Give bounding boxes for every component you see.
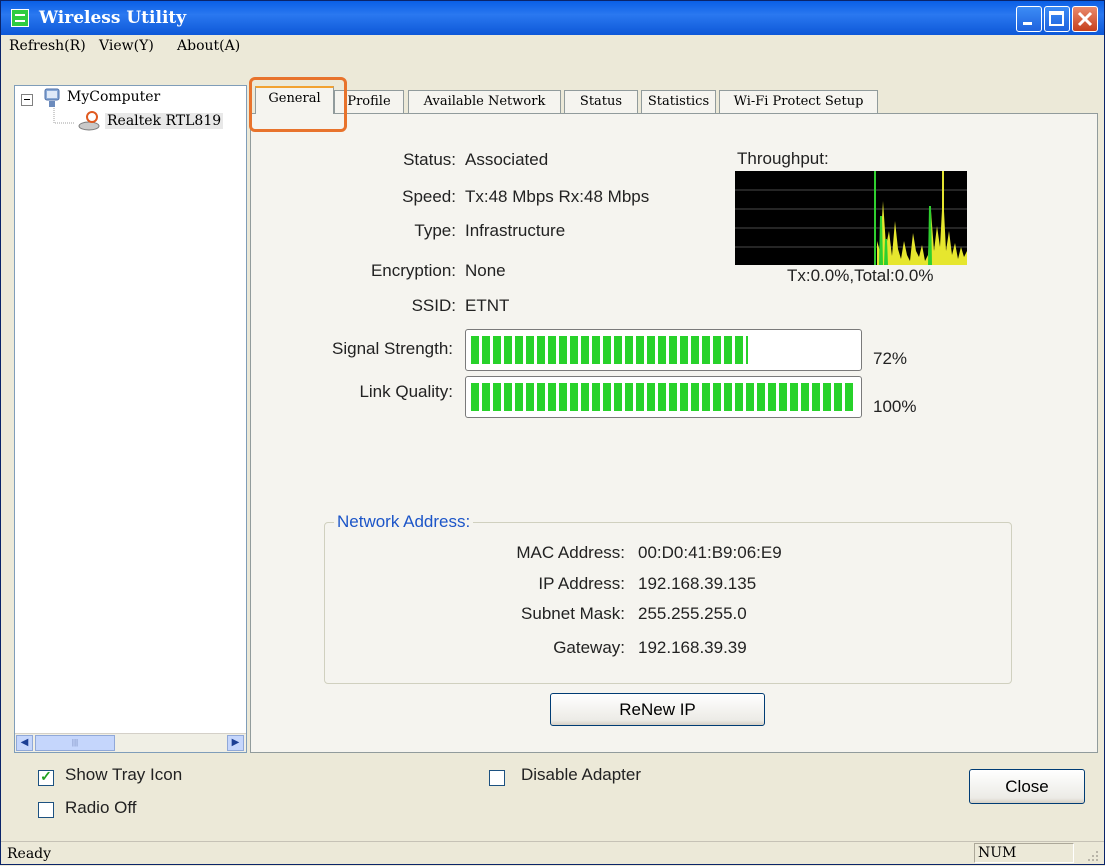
link-quality-fill xyxy=(471,383,856,411)
resize-grip-icon[interactable] xyxy=(1084,847,1100,863)
maximize-icon xyxy=(1049,11,1064,26)
maximize-button[interactable] xyxy=(1044,6,1070,32)
network-address-legend: Network Address: xyxy=(334,512,474,532)
app-icon xyxy=(11,9,29,27)
tab-status[interactable]: Status xyxy=(564,90,638,114)
num-lock-text: NUM xyxy=(978,845,1017,861)
encryption-value: None xyxy=(465,261,506,280)
renew-ip-button[interactable]: ReNew IP xyxy=(550,693,765,726)
signal-strength-fill xyxy=(471,336,748,364)
mac-address-value: 00:D0:41:B9:06:E9 xyxy=(638,543,782,562)
menu-view[interactable]: View(Y) xyxy=(99,38,154,54)
status-bar: Ready xyxy=(1,841,1104,866)
type-value: Infrastructure xyxy=(465,221,566,240)
device-tree[interactable]: MyComputer Realtek RTL819 ◀ ||| ▶ xyxy=(14,85,247,753)
status-value: Associated xyxy=(465,150,549,169)
show-tray-icon-label: Show Tray Icon xyxy=(65,765,183,784)
window-close-button[interactable] xyxy=(1072,6,1098,32)
menu-about[interactable]: About(A) xyxy=(177,38,240,54)
ip-address-value: 192.168.39.135 xyxy=(638,574,757,593)
tree-adapter-label[interactable]: Realtek RTL819 xyxy=(105,113,224,129)
type-label: Type: xyxy=(414,221,456,240)
radio-off-label: Radio Off xyxy=(65,798,137,817)
mac-address-label: MAC Address: xyxy=(516,543,625,562)
gateway-value: 192.168.39.39 xyxy=(638,638,747,657)
wireless-adapter-icon xyxy=(78,111,100,131)
computer-icon xyxy=(44,88,60,107)
close-icon xyxy=(1077,11,1093,27)
minimize-icon xyxy=(1023,22,1032,25)
speed-label: Speed: xyxy=(402,187,456,206)
show-tray-icon-checkbox[interactable]: ✓ xyxy=(38,768,54,786)
scrollbar-thumb[interactable]: ||| xyxy=(35,735,115,751)
throughput-graph-svg xyxy=(735,171,967,266)
scroll-right-button[interactable]: ▶ xyxy=(227,735,244,751)
disable-adapter-checkbox[interactable] xyxy=(489,770,505,786)
link-quality-bar xyxy=(465,376,862,418)
window-title: Wireless Utility xyxy=(39,8,187,28)
close-button[interactable]: Close xyxy=(969,769,1085,804)
tab-available-network[interactable]: Available Network xyxy=(408,90,561,114)
status-bar-text: Ready xyxy=(7,846,52,862)
disable-adapter-label: Disable Adapter xyxy=(521,765,642,784)
title-bar[interactable]: Wireless Utility xyxy=(1,1,1104,35)
tab-statistics[interactable]: Statistics xyxy=(641,90,716,114)
radio-off-checkbox[interactable] xyxy=(38,802,54,818)
throughput-graph xyxy=(735,171,967,266)
minimize-button[interactable] xyxy=(1016,6,1042,32)
link-quality-label: Link Quality: xyxy=(359,382,453,401)
signal-strength-label: Signal Strength: xyxy=(332,339,453,358)
menu-bar: Refresh(R) View(Y) About(A) xyxy=(1,35,1104,59)
gateway-label: Gateway: xyxy=(553,638,625,657)
tab-wifi-protect-setup[interactable]: Wi-Fi Protect Setup xyxy=(719,90,878,114)
tab-highlight-annotation xyxy=(249,77,347,132)
ip-address-label: IP Address: xyxy=(538,574,625,593)
signal-strength-bar xyxy=(465,329,862,371)
throughput-value: Tx:0.0%,Total:0.0% xyxy=(787,266,934,285)
wireless-utility-window: Wireless Utility Refresh(R) View(Y) Abou… xyxy=(0,0,1105,865)
num-lock-indicator: NUM xyxy=(974,843,1074,863)
tree-root-label[interactable]: MyComputer xyxy=(67,89,160,105)
link-quality-percent: 100% xyxy=(873,397,917,416)
signal-strength-percent: 72% xyxy=(873,349,908,368)
throughput-label: Throughput: xyxy=(737,149,829,168)
status-label: Status: xyxy=(403,150,456,169)
menu-refresh[interactable]: Refresh(R) xyxy=(9,38,86,54)
speed-value: Tx:48 Mbps Rx:48 Mbps xyxy=(465,187,650,206)
collapse-toggle[interactable] xyxy=(21,94,33,106)
scroll-left-button[interactable]: ◀ xyxy=(16,735,33,751)
tree-horizontal-scrollbar[interactable]: ◀ ||| ▶ xyxy=(15,733,246,752)
ssid-value: ETNT xyxy=(465,296,510,315)
subnet-mask-value: 255.255.255.0 xyxy=(638,604,747,623)
checkmark-icon: ✓ xyxy=(40,768,52,784)
ssid-label: SSID: xyxy=(411,296,456,315)
subnet-mask-label: Subnet Mask: xyxy=(521,604,625,623)
encryption-label: Encryption: xyxy=(370,261,456,280)
